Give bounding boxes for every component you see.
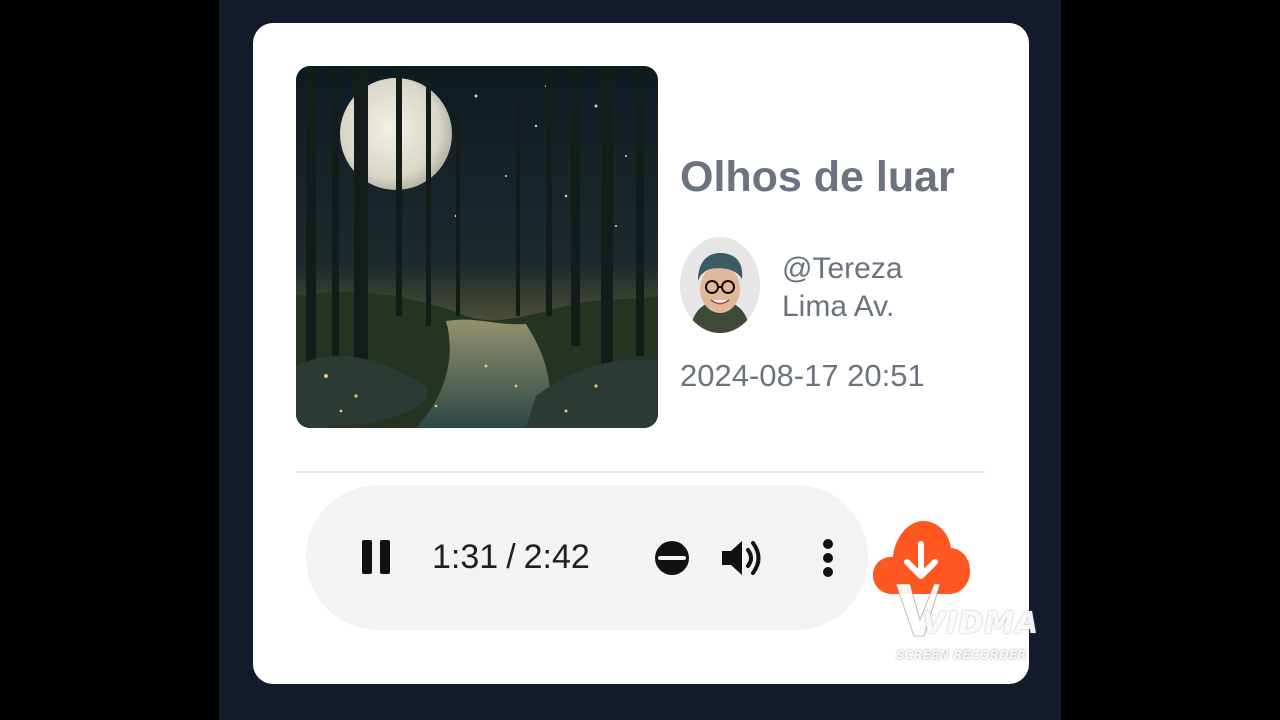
publish-date: 2024-08-17 20:51: [680, 358, 925, 393]
more-vertical-icon: [823, 539, 833, 549]
time-separator: /: [506, 538, 516, 576]
author-name-line2: Lima Av.: [782, 290, 895, 323]
duration: 2:42: [523, 538, 590, 576]
more-options-button[interactable]: [820, 538, 836, 578]
volume-button[interactable]: [720, 536, 766, 580]
pause-icon-bar: [380, 540, 390, 574]
author-avatar[interactable]: [680, 237, 760, 333]
seek-handle[interactable]: [655, 541, 689, 575]
time-display: 1:31/2:42: [432, 537, 590, 577]
author-name[interactable]: @Tereza Lima Av.: [782, 250, 903, 326]
current-time: 1:31: [432, 538, 499, 576]
pause-button[interactable]: [360, 540, 392, 574]
more-vertical-icon-dot: [823, 567, 833, 577]
divider: [296, 471, 985, 473]
author-name-line1: @Tereza: [782, 252, 903, 285]
download-button[interactable]: [871, 518, 971, 598]
track-title: Olhos de luar: [680, 153, 955, 201]
cover-art-image: [296, 66, 658, 428]
more-vertical-icon-dot: [823, 553, 833, 563]
cloud-download-icon: [873, 521, 970, 594]
pause-icon: [362, 540, 372, 574]
volume-icon: [722, 541, 761, 575]
